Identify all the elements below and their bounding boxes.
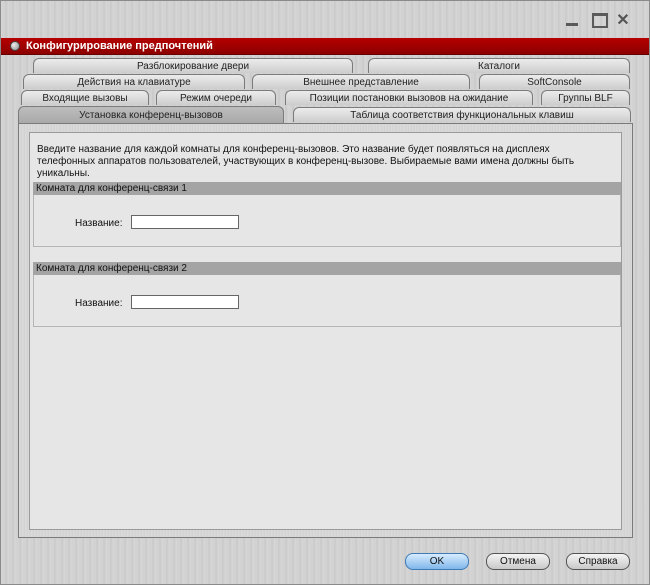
window-top-bar: ✕	[1, 1, 649, 37]
tab-label: Группы BLF	[558, 92, 613, 104]
title-bullet-icon	[10, 41, 20, 51]
tab-label: Входящие вызовы	[42, 92, 128, 104]
tab-softconsole[interactable]: SoftConsole	[479, 74, 630, 89]
tab-label: Внешнее представление	[303, 76, 419, 88]
tab-conference-setup[interactable]: Установка конференц-вызовов	[18, 106, 284, 123]
room-1-name-input[interactable]	[131, 215, 239, 229]
room-2-header: Комната для конференц-связи 2	[33, 262, 621, 275]
tab-label: Разблокирование двери	[136, 60, 250, 72]
dialog-title-bar: Конфигурирование предпочтений	[1, 38, 649, 54]
tab-door-unlock[interactable]: Разблокирование двери	[33, 58, 353, 73]
room-1-header: Комната для конференц-связи 1	[33, 182, 621, 195]
tab-label: Установка конференц-вызовов	[79, 109, 223, 121]
preferences-window: ✕ Конфигурирование предпочтений Разблоки…	[0, 0, 650, 585]
tab-label: Позиции постановки вызовов на ожидание	[309, 92, 509, 104]
help-button[interactable]: Справка	[566, 553, 630, 570]
room-2-name-input[interactable]	[131, 295, 239, 309]
tab-label: Режим очереди	[179, 92, 253, 104]
room-1-name-label: Название:	[75, 218, 123, 229]
tab-label: Каталоги	[478, 60, 520, 72]
dialog-title: Конфигурирование предпочтений	[26, 40, 213, 52]
instructions-text: Введите название для каждой комнаты для …	[37, 144, 575, 179]
ok-button[interactable]: OK	[405, 553, 469, 570]
tab-function-key-map[interactable]: Таблица соответствия функциональных клав…	[293, 107, 631, 122]
maximize-icon[interactable]	[589, 11, 611, 29]
tab-call-park-positions[interactable]: Позиции постановки вызовов на ожидание	[285, 90, 533, 105]
tab-blf-groups[interactable]: Группы BLF	[541, 90, 630, 105]
tab-incoming-calls[interactable]: Входящие вызовы	[21, 90, 149, 105]
tab-appearance[interactable]: Внешнее представление	[252, 74, 470, 89]
tab-directories[interactable]: Каталоги	[368, 58, 630, 73]
close-icon[interactable]: ✕	[613, 11, 633, 29]
room-2-name-label: Название:	[75, 298, 123, 309]
tab-queue-mode[interactable]: Режим очереди	[156, 90, 276, 105]
minimize-icon[interactable]	[561, 11, 583, 29]
tab-label: Действия на клавиатуре	[77, 76, 191, 88]
tab-label: SoftConsole	[527, 76, 582, 88]
cancel-button[interactable]: Отмена	[486, 553, 550, 570]
tab-label: Таблица соответствия функциональных клав…	[350, 109, 574, 121]
tab-keyboard-actions[interactable]: Действия на клавиатуре	[23, 74, 245, 89]
